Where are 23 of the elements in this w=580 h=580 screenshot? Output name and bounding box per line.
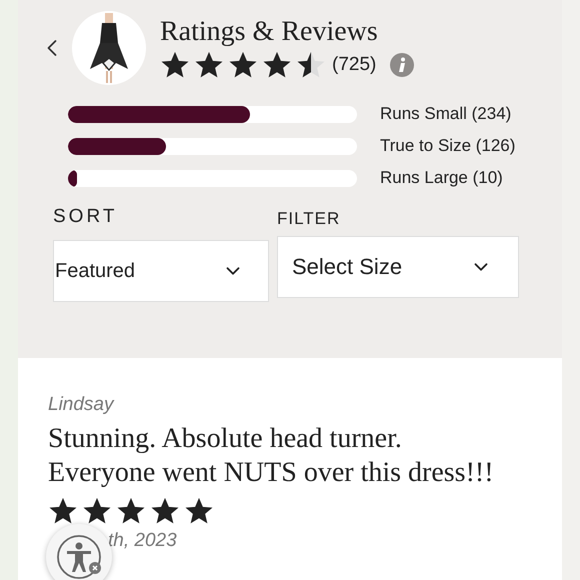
fit-label: Runs Large (10)	[380, 168, 503, 188]
review-date: th, 2023	[107, 530, 178, 552]
size-dropdown[interactable]: Select Size	[277, 236, 519, 298]
star-icon	[184, 496, 214, 526]
star-icon	[160, 50, 190, 80]
star-icon	[262, 50, 292, 80]
review-author: Lindsay	[48, 394, 116, 416]
star-icon	[150, 496, 180, 526]
fit-label: Runs Small (234)	[380, 104, 512, 124]
sort-label: SORT	[53, 206, 118, 228]
sort-dropdown[interactable]: Featured	[53, 240, 269, 302]
review-count: (725)	[332, 54, 376, 76]
filter-label: FILTER	[277, 209, 342, 229]
star-icon	[296, 50, 326, 80]
info-icon[interactable]	[390, 53, 414, 77]
review-title: Stunning. Absolute head turner. Everyone went NUTS over this dress!!!	[48, 422, 495, 490]
star-icon	[48, 496, 78, 526]
star-icon	[82, 496, 112, 526]
page-title: Ratings & Reviews	[160, 16, 379, 48]
star-icon	[194, 50, 224, 80]
fit-label: True to Size (126)	[380, 136, 516, 156]
star-icon	[116, 496, 146, 526]
star-icon	[228, 50, 258, 80]
